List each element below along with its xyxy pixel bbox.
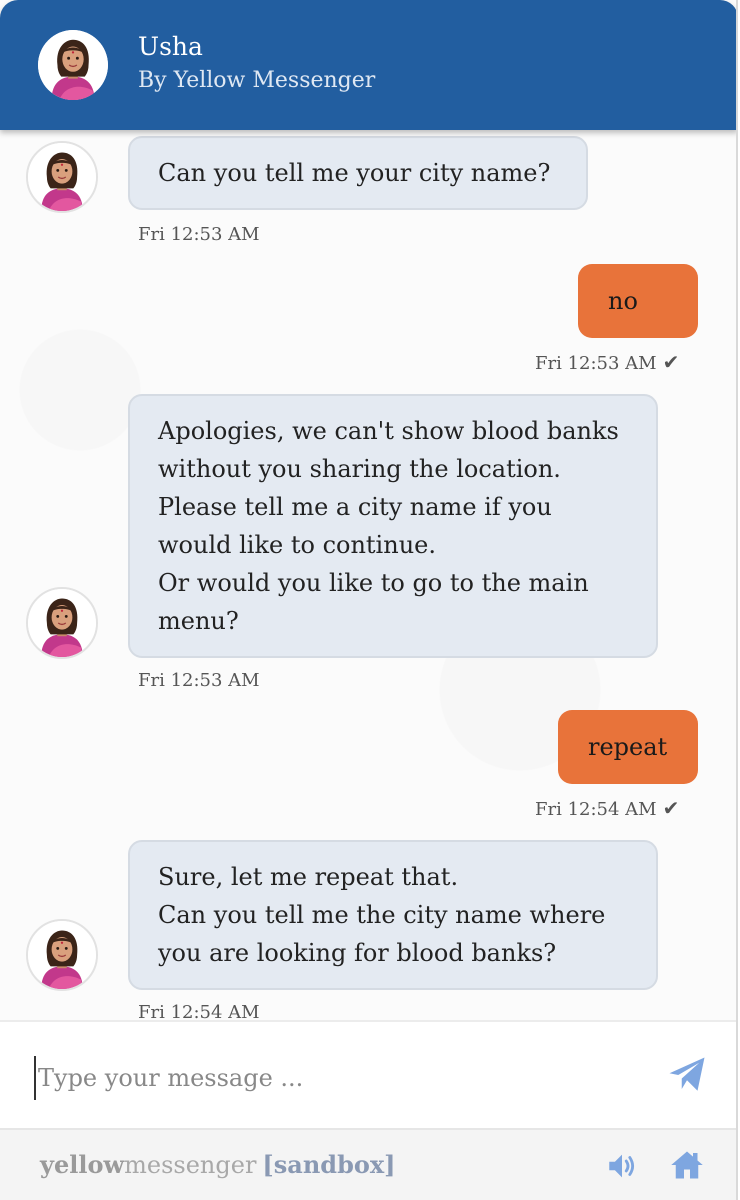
user-message: no [578,264,698,338]
message-timestamp: Fri 12:53 AM ✔ [535,350,679,374]
message-text: no [608,287,638,315]
speaker-icon[interactable] [604,1149,640,1183]
message-timestamp: Fri 12:53 AM [138,670,260,691]
user-message: repeat [558,710,698,784]
bot-subtitle: By Yellow Messenger [138,68,376,93]
message-line: Sure, let me repeat that. [158,863,459,891]
message-line: you are looking for blood banks? [158,939,557,967]
chat-widget: Usha By Yellow Messenger Can you tell me… [0,0,738,1200]
message-timestamp: Fri 12:54 AM ✔ [535,796,679,820]
message-line: without you sharing the location. [158,455,561,483]
home-icon[interactable] [668,1147,706,1183]
message-input[interactable] [34,1056,634,1100]
message-text: Can you tell me your city name? [158,159,551,187]
sandbox-label: [sandbox] [262,1150,396,1179]
bot-name: Usha [138,32,203,61]
brand-part-yellow: yellow [40,1150,125,1179]
message-text: repeat [588,733,668,761]
chat-header: Usha By Yellow Messenger [0,0,736,130]
timestamp-text: Fri 12:53 AM [535,353,657,374]
message-line: Or would you like to go to the main [158,569,589,597]
send-icon[interactable] [666,1054,708,1096]
message-timestamp: Fri 12:53 AM [138,224,260,245]
message-line: would like to continue. [158,531,436,559]
message-line: menu? [158,607,239,635]
footer-bar: yellowmessenger [sandbox] [0,1128,736,1200]
brand-part-messenger: messenger [124,1151,257,1179]
bot-message: Apologies, we can't show blood banks wit… [128,394,658,658]
delivered-check-icon: ✔ [662,796,680,820]
message-line: Please tell me a city name if you [158,493,552,521]
bot-avatar [26,919,98,991]
brand-logo[interactable]: yellowmessenger [sandbox] [40,1150,396,1179]
message-timestamp: Fri 12:54 AM [138,1002,260,1020]
bot-message: Sure, let me repeat that. Can you tell m… [128,840,658,990]
bot-avatar [38,30,108,100]
bot-message: Can you tell me your city name? [128,136,588,210]
timestamp-text: Fri 12:54 AM [535,799,657,820]
message-composer [0,1020,736,1128]
message-list[interactable]: Can you tell me your city name? Fri 12:5… [0,130,736,1020]
message-line: Apologies, we can't show blood banks [158,417,619,445]
bot-avatar [26,587,98,659]
message-line: Can you tell me the city name where [158,901,606,929]
delivered-check-icon: ✔ [662,350,680,374]
bot-avatar [26,141,98,213]
